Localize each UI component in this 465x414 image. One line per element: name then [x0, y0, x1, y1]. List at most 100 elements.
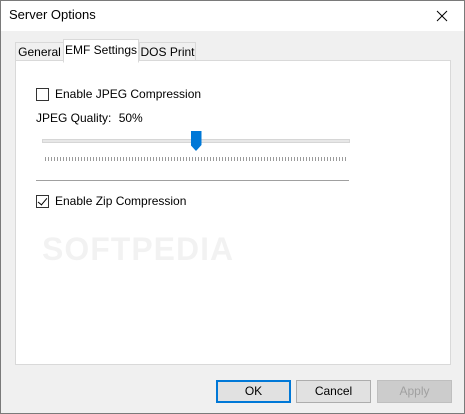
slider-tick: [168, 157, 169, 161]
slider-tick: [111, 157, 112, 161]
slider-tick: [234, 157, 235, 161]
slider-tick: [177, 157, 178, 161]
slider-tick: [105, 157, 106, 161]
slider-tick: [81, 157, 82, 161]
slider-tick: [312, 157, 313, 161]
jpeg-quality-value: 50%: [118, 111, 143, 125]
jpeg-compression-checkbox[interactable]: [36, 87, 49, 101]
slider-tick: [267, 157, 268, 161]
slider-tick: [78, 157, 79, 161]
slider-tick: [255, 157, 256, 161]
slider-tick: [51, 157, 52, 161]
slider-tick: [237, 157, 238, 161]
slider-tick: [303, 157, 304, 161]
emf-settings-panel: Enable JPEG Compression JPEG Quality: 50…: [15, 60, 451, 365]
zip-compression-option[interactable]: Enable Zip Compression: [36, 194, 186, 208]
slider-tick: [339, 157, 340, 161]
slider-tick: [183, 157, 184, 161]
slider-tick: [147, 157, 148, 161]
slider-ticks: [45, 157, 349, 161]
slider-tick: [162, 157, 163, 161]
slider-tick: [207, 157, 208, 161]
slider-tick: [300, 157, 301, 161]
slider-tick: [63, 157, 64, 161]
slider-tick: [123, 157, 124, 161]
slider-tick: [96, 157, 97, 161]
slider-tick: [126, 157, 127, 161]
ok-button[interactable]: OK: [216, 380, 291, 403]
jpeg-quality-label: JPEG Quality:: [36, 111, 112, 125]
watermark-logo: SOFTPEDIA: [42, 231, 235, 267]
slider-tick: [273, 157, 274, 161]
slider-tick: [141, 157, 142, 161]
slider-tick: [228, 157, 229, 161]
slider-tick: [210, 157, 211, 161]
slider-tick: [144, 157, 145, 161]
slider-tick: [93, 157, 94, 161]
slider-tick: [174, 157, 175, 161]
slider-tick: [333, 157, 334, 161]
slider-tick: [129, 157, 130, 161]
slider-tick: [117, 157, 118, 161]
slider-tick: [156, 157, 157, 161]
slider-tick: [309, 157, 310, 161]
slider-tick: [138, 157, 139, 161]
slider-tick: [159, 157, 160, 161]
slider-tick: [240, 157, 241, 161]
jpeg-compression-label: Enable JPEG Compression: [55, 87, 202, 101]
slider-tick: [84, 157, 85, 161]
server-options-dialog: Server Options General EMF Settings DOS …: [0, 0, 465, 414]
slider-tick: [315, 157, 316, 161]
slider-tick: [252, 157, 253, 161]
close-icon: [436, 10, 447, 22]
slider-tick: [288, 157, 289, 161]
close-button[interactable]: [419, 1, 464, 31]
slider-tick: [297, 157, 298, 161]
separator: [36, 180, 349, 181]
slider-tick: [120, 157, 121, 161]
tab-general[interactable]: General: [15, 42, 64, 62]
cancel-button[interactable]: Cancel: [296, 380, 371, 403]
slider-tick: [195, 157, 196, 161]
window-title: Server Options: [9, 7, 96, 22]
slider-tick: [57, 157, 58, 161]
slider-tick: [243, 157, 244, 161]
slider-tick: [249, 157, 250, 161]
slider-tick: [345, 157, 346, 161]
jpeg-quality-slider[interactable]: [42, 131, 352, 161]
slider-tick: [48, 157, 49, 161]
slider-tick: [330, 157, 331, 161]
slider-tick: [132, 157, 133, 161]
slider-tick: [189, 157, 190, 161]
slider-tick: [285, 157, 286, 161]
slider-tick: [135, 157, 136, 161]
slider-tick: [318, 157, 319, 161]
slider-tick: [342, 157, 343, 161]
zip-compression-checkbox[interactable]: [36, 194, 49, 208]
slider-tick: [324, 157, 325, 161]
slider-tick: [261, 157, 262, 161]
slider-tick: [216, 157, 217, 161]
slider-tick: [279, 157, 280, 161]
slider-tick: [276, 157, 277, 161]
slider-tick: [54, 157, 55, 161]
slider-tick: [291, 157, 292, 161]
slider-tick: [219, 157, 220, 161]
slider-tick: [90, 157, 91, 161]
slider-tick: [165, 157, 166, 161]
tab-dos-print[interactable]: DOS Print: [139, 42, 196, 62]
slider-tick: [69, 157, 70, 161]
slider-tick: [72, 157, 73, 161]
slider-tick: [201, 157, 202, 161]
slider-thumb[interactable]: [190, 131, 202, 151]
jpeg-compression-option[interactable]: Enable JPEG Compression: [36, 87, 201, 101]
slider-tick: [282, 157, 283, 161]
slider-tick: [180, 157, 181, 161]
tab-emf-settings[interactable]: EMF Settings: [63, 39, 139, 63]
apply-button[interactable]: Apply: [377, 380, 452, 403]
slider-tick: [108, 157, 109, 161]
slider-tick: [294, 157, 295, 161]
slider-tick: [264, 157, 265, 161]
slider-tick: [192, 157, 193, 161]
slider-tick: [102, 157, 103, 161]
